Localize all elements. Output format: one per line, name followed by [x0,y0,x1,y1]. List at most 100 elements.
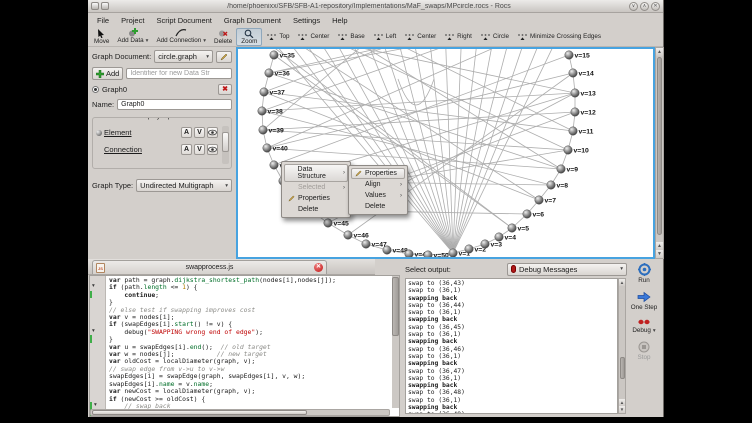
element-visibility-button[interactable] [207,127,218,138]
graph-vertex-7[interactable] [535,196,543,204]
graph-type-combo[interactable]: Undirected Multigraph ▾ [136,179,232,192]
minimize-button[interactable]: ∨ [629,2,638,11]
gutter-line[interactable] [90,276,105,283]
close-button[interactable]: ✕ [651,2,660,11]
delete-graph-button[interactable]: ✖ [218,84,232,95]
graph-vertex-6[interactable] [523,210,531,218]
gutter-line[interactable] [90,394,105,401]
graph-vertex-46[interactable] [344,231,352,239]
menu-help[interactable]: Help [326,15,353,26]
graph-vertex-48[interactable] [383,246,391,254]
align-left-button[interactable]: Left [369,33,401,41]
gutter-line[interactable] [90,291,105,298]
menu-graph-document[interactable]: Graph Document [218,15,287,26]
graph-vertex-39[interactable] [259,126,267,134]
window-menu-icon[interactable] [101,2,109,10]
scrollbar-thumb[interactable] [620,357,625,380]
graph-vertex-49[interactable] [405,250,413,257]
gutter-line[interactable] [90,387,105,394]
zoom-button[interactable]: Zoom [236,28,262,46]
graph-vertex-4[interactable] [495,233,503,241]
scroll-up-icon[interactable]: ▲ [619,399,625,406]
align-minimize-crossing-edges-button[interactable]: Minimize Crossing Edges [513,33,605,41]
graph-vertex-12[interactable] [571,108,579,116]
run-button[interactable]: Run [638,263,651,284]
menu-item-delete[interactable]: Delete [284,204,348,215]
output-scrollbar[interactable]: ▲ ▲ ▼ [618,278,626,414]
element-show-values-button[interactable]: V [194,127,205,138]
gutter-line[interactable] [90,335,105,342]
delete-button[interactable]: Delete [210,29,236,45]
gutter-line[interactable] [90,357,105,364]
add-connection-button[interactable]: Add Connection▾ [152,28,210,45]
submenu-item-properties[interactable]: Properties [351,168,405,179]
graph-canvas[interactable]: v=35v=36v=37v=38v=39v=40v=41v=42v=43v=44… [236,47,655,259]
one-step-button[interactable]: One Step [631,291,658,311]
graph-name-input[interactable] [117,99,232,110]
display-options-scrollbar[interactable] [222,126,229,164]
connection-visibility-button[interactable] [207,144,218,155]
align-base-button[interactable]: Base [333,33,368,41]
graph-vertex-35[interactable] [270,51,278,59]
graph-vertex-3[interactable] [481,240,489,248]
element-show-names-button[interactable]: A [181,127,192,138]
graph-vertex-9[interactable] [557,165,565,173]
gutter-line[interactable] [90,365,105,372]
scroll-down-icon[interactable]: ▼ [619,406,625,413]
menu-item-data-structure[interactable]: Data Structure › [284,164,348,182]
align-right-button[interactable]: Right [440,33,476,41]
connection-show-values-button[interactable]: V [194,144,205,155]
graph-vertex-38[interactable] [258,107,266,115]
graph-radio[interactable] [92,86,99,93]
editor-vertical-scrollbar[interactable] [392,276,399,408]
scroll-up-icon[interactable]: ▲ [656,242,663,250]
graph-vertex-13[interactable] [571,89,579,97]
graph-vertex-36[interactable] [265,69,273,77]
gutter-line[interactable]: ▾ [90,283,105,290]
maximize-button[interactable]: ∧ [640,2,649,11]
gutter-line[interactable] [90,298,105,305]
gutter-line[interactable] [90,343,105,350]
identifier-input[interactable] [126,68,232,79]
graph-vertex-15[interactable] [565,51,573,59]
graph-vertex-1[interactable] [449,249,457,257]
canvas-vertical-scrollbar[interactable]: ▲ ▲ ▼ [655,47,664,259]
align-circle-button[interactable]: Circle [476,33,513,41]
graph-vertex-47[interactable] [362,240,370,248]
align-center-button[interactable]: Center [400,33,440,41]
move-button[interactable]: Move [90,29,113,45]
graph-vertex-2[interactable] [465,245,473,253]
graph-vertex-40[interactable] [263,144,271,152]
graph-vertex-11[interactable] [569,127,577,135]
add-data-button[interactable]: Add Data▾ [113,28,152,45]
tab-swapprocess[interactable]: JS swapprocess.js ✕ [92,260,327,274]
menu-project[interactable]: Project [115,15,150,26]
editor-code[interactable]: var path = graph.dijkstra_shortest_path(… [106,276,399,416]
menu-script-document[interactable]: Script Document [150,15,217,26]
gutter-line[interactable] [90,350,105,357]
gutter-line[interactable] [90,313,105,320]
submenu-item-delete[interactable]: Delete [351,201,405,212]
scroll-down-icon[interactable]: ▼ [656,250,663,258]
graph-vertex-37[interactable] [260,88,268,96]
graph-document-combo[interactable]: circle.graph ▾ [154,50,213,63]
graph-vertex-14[interactable] [569,69,577,77]
gutter-line[interactable]: ▾ [90,328,105,335]
stop-button[interactable]: Stop [638,341,651,361]
script-editor[interactable]: ▾▾▾ var path = graph.dijkstra_shortest_p… [89,275,400,417]
output-selector-combo[interactable]: Debug Messages ▾ [507,263,627,276]
align-center-button[interactable]: Center [293,33,333,41]
add-data-structure-button[interactable]: Add [92,67,123,80]
gutter-line[interactable] [90,320,105,327]
debug-button[interactable]: Debug▾ [632,318,655,334]
menu-item-selected[interactable]: Selected › [284,182,348,193]
graph-vertex-45[interactable] [324,219,332,227]
gutter-line[interactable] [90,372,105,379]
graph-vertex-41[interactable] [270,161,278,169]
menu-item-properties[interactable]: Properties [284,193,348,204]
title-bar[interactable]: /home/phoenixx/SFB/SFB-A1-repository/Imp… [88,0,663,13]
editor-horizontal-scrollbar[interactable] [90,409,390,416]
scroll-up-icon[interactable]: ▲ [619,279,625,286]
graph-vertex-10[interactable] [564,146,572,154]
edit-document-button[interactable] [216,51,232,63]
